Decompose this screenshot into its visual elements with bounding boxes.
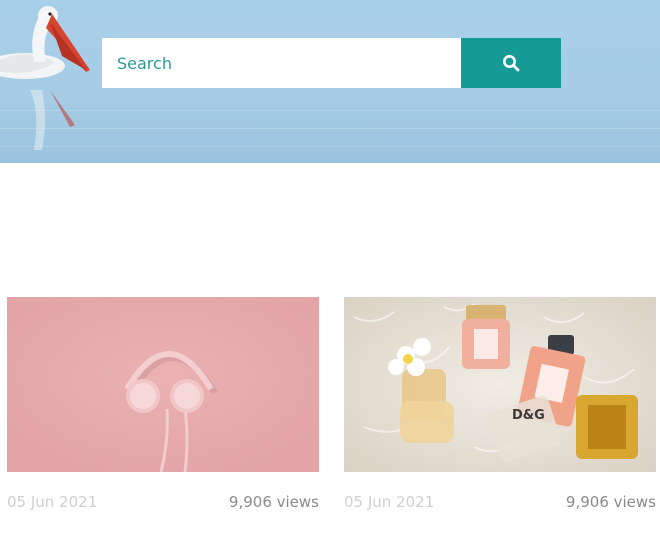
search-input[interactable] bbox=[102, 38, 461, 88]
search-icon bbox=[503, 55, 520, 72]
post-views: 9,906 views bbox=[228, 493, 319, 511]
post-thumbnail[interactable]: D&G bbox=[344, 297, 656, 472]
search-button[interactable] bbox=[461, 38, 561, 88]
perfume-bottles-on-fur-photo: D&G bbox=[344, 297, 656, 472]
post-card[interactable]: 05 Jun 2021 9,906 views bbox=[7, 297, 319, 511]
hero-banner bbox=[0, 0, 660, 163]
pink-headphones-photo bbox=[7, 297, 319, 472]
post-meta: 05 Jun 2021 9,906 views bbox=[7, 493, 319, 511]
svg-text:D&G: D&G bbox=[512, 408, 545, 423]
post-meta: 05 Jun 2021 9,906 views bbox=[344, 493, 656, 511]
post-views: 9,906 views bbox=[565, 493, 656, 511]
post-thumbnail[interactable] bbox=[7, 297, 319, 472]
post-card[interactable]: D&G 05 Jun 2021 9,906 views bbox=[344, 297, 656, 511]
post-date: 05 Jun 2021 bbox=[7, 493, 98, 511]
pelican-image bbox=[0, 6, 90, 150]
post-date: 05 Jun 2021 bbox=[344, 493, 435, 511]
